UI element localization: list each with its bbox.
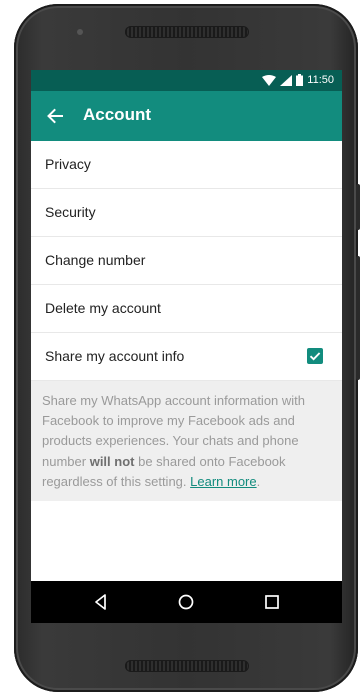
status-icons: 11:50 bbox=[262, 74, 334, 86]
front-camera bbox=[77, 29, 83, 35]
wifi-icon bbox=[262, 74, 277, 86]
signal-icon bbox=[280, 74, 293, 86]
settings-item-delete-account[interactable]: Delete my account bbox=[31, 285, 342, 333]
settings-item-label: Privacy bbox=[45, 156, 91, 172]
home-circle-icon[interactable] bbox=[176, 592, 196, 612]
power-button bbox=[356, 184, 360, 230]
settings-item-share-account-info[interactable]: Share my account info bbox=[31, 333, 342, 381]
phone-screen: 11:50 Account Privacy Security Change nu… bbox=[31, 70, 342, 623]
settings-item-label: Security bbox=[45, 204, 96, 220]
share-account-info-checkbox[interactable] bbox=[307, 348, 323, 364]
info-bold-text: will not bbox=[89, 453, 135, 469]
top-speaker-grille bbox=[125, 26, 249, 38]
recents-square-icon[interactable] bbox=[262, 592, 282, 612]
learn-more-link[interactable]: Learn more bbox=[190, 474, 256, 489]
back-arrow-icon[interactable] bbox=[45, 106, 65, 126]
bottom-speaker-grille bbox=[125, 660, 249, 672]
settings-item-label: Delete my account bbox=[45, 300, 161, 316]
settings-item-privacy[interactable]: Privacy bbox=[31, 141, 342, 189]
settings-item-security[interactable]: Security bbox=[31, 189, 342, 237]
volume-button bbox=[356, 256, 360, 380]
status-bar: 11:50 bbox=[31, 70, 342, 91]
page-title: Account bbox=[83, 105, 151, 124]
back-triangle-icon[interactable] bbox=[91, 592, 111, 612]
info-text: . bbox=[256, 473, 261, 489]
checkmark-icon bbox=[309, 352, 321, 361]
settings-item-label: Share my account info bbox=[45, 348, 185, 364]
navigation-bar bbox=[31, 581, 342, 623]
share-info-description: Share my WhatsApp account information wi… bbox=[31, 381, 342, 501]
settings-item-label: Change number bbox=[45, 252, 146, 268]
settings-item-change-number[interactable]: Change number bbox=[31, 237, 342, 285]
battery-icon bbox=[296, 74, 304, 86]
status-time: 11:50 bbox=[307, 74, 334, 86]
app-bar: Account bbox=[31, 91, 342, 141]
account-settings-list: Privacy Security Change number Delete my… bbox=[31, 141, 342, 501]
